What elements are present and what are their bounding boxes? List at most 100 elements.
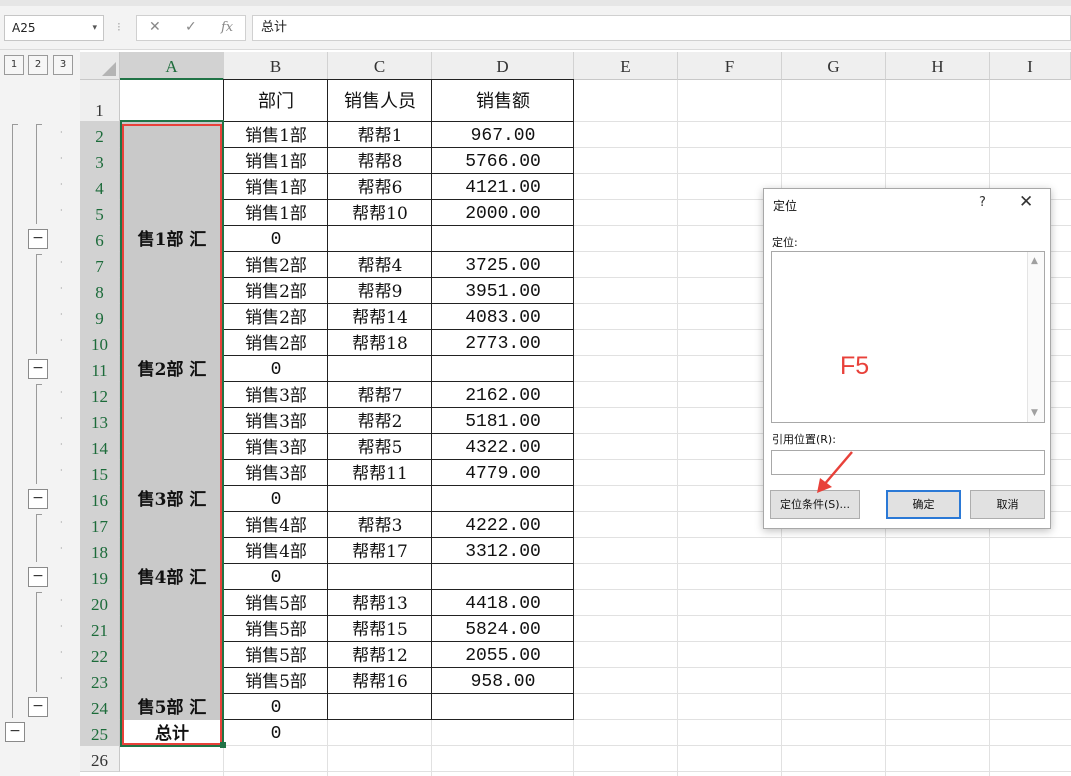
ok-button[interactable]: 确定 [886,490,961,519]
row-header-9[interactable]: 9 [80,304,120,330]
cell-border [223,537,328,564]
name-box-value: A25 [12,21,36,35]
cell-border [431,79,574,122]
close-icon[interactable]: ✕ [1019,192,1033,212]
enter-icon[interactable]: ✓ [185,19,197,35]
outline-bracket [36,384,37,484]
detail-row-marker: · [60,258,63,267]
column-header-h[interactable]: H [886,52,990,80]
collapse-button[interactable]: − [28,359,48,379]
row-header-17[interactable]: 17 [80,512,120,538]
row-header-12[interactable]: 12 [80,382,120,408]
row-header-22[interactable]: 22 [80,642,120,668]
column-header-f[interactable]: F [678,52,782,80]
detail-row-marker: · [60,674,63,683]
row-header-15[interactable]: 15 [80,460,120,486]
cell-border [223,485,328,512]
cell-border [327,615,432,642]
department-cell[interactable]: 0 [224,720,328,746]
column-header-i[interactable]: I [990,52,1071,80]
row-header-23[interactable]: 23 [80,668,120,694]
cell-border [431,199,574,226]
row-header-8[interactable]: 8 [80,278,120,304]
collapse-button[interactable]: − [28,229,48,249]
row-header-21[interactable]: 21 [80,616,120,642]
goto-list[interactable]: F5 ▲ ▼ [771,251,1045,423]
cell-border [223,121,328,148]
row-header-1[interactable]: 1 [80,80,120,122]
detail-row-marker: · [60,518,63,527]
list-scrollbar[interactable]: ▲ ▼ [1027,252,1044,422]
outline-level-button[interactable]: 1 [4,55,24,75]
outline-bracket-tick [36,254,42,255]
fill-handle[interactable] [220,742,226,748]
select-all-corner[interactable] [80,52,120,80]
cell-border [431,225,574,252]
collapse-button[interactable]: − [28,567,48,587]
cell-border [327,433,432,460]
ref-label: 引用位置(R): [772,433,836,446]
row-header-10[interactable]: 10 [80,330,120,356]
cell-border [431,173,574,200]
collapse-button[interactable]: − [5,722,25,742]
outline-level-button[interactable]: 2 [28,55,48,75]
row-header-18[interactable]: 18 [80,538,120,564]
outline-bracket-tick [12,124,18,125]
cell-border [431,329,574,356]
cell-border [431,589,574,616]
row-header-7[interactable]: 7 [80,252,120,278]
detail-row-marker: · [60,284,63,293]
cell-border [431,277,574,304]
cell-border [327,147,432,174]
cell-border [327,173,432,200]
row-header-14[interactable]: 14 [80,434,120,460]
detail-row-marker: · [60,336,63,345]
row-header-3[interactable]: 3 [80,148,120,174]
formula-input[interactable]: 总计 [252,15,1071,41]
detail-row-marker: · [60,206,63,215]
row-header-26[interactable]: 26 [80,746,120,772]
cancel-icon[interactable]: ✕ [149,19,161,35]
cell-border [327,303,432,330]
ref-input[interactable] [771,450,1045,475]
row-header-5[interactable]: 5 [80,200,120,226]
collapse-button[interactable]: − [28,489,48,509]
cell-border [223,173,328,200]
row-header-13[interactable]: 13 [80,408,120,434]
cancel-button[interactable]: 取消 [970,490,1045,519]
special-button[interactable]: 定位条件(S)... [770,490,860,519]
scroll-up-icon[interactable]: ▲ [1031,256,1038,266]
column-header-c[interactable]: C [328,52,432,80]
outline-level-button[interactable]: 3 [53,55,73,75]
insert-function-icon[interactable]: fx [221,20,233,35]
cell-border [327,79,432,122]
detail-row-marker: · [60,310,63,319]
cell-border [327,693,432,720]
detail-row-marker: · [60,440,63,449]
column-header-a[interactable]: A [120,52,224,80]
column-header-d[interactable]: D [432,52,574,80]
column-header-g[interactable]: G [782,52,886,80]
row-header-25[interactable]: 25 [80,720,120,746]
cell-border [223,355,328,382]
cell-border [223,79,328,122]
formula-bar: A25 ▾ ⁝ ✕ ✓ fx 总计 [0,6,1071,50]
outline-bracket [36,254,37,354]
chevron-down-icon[interactable]: ▾ [92,16,97,40]
row-header-16[interactable]: 16 [80,486,120,512]
cell-border [223,277,328,304]
row-header-19[interactable]: 19 [80,564,120,590]
column-header-b[interactable]: B [224,52,328,80]
row-header-2[interactable]: 2 [80,122,120,148]
row-header-6[interactable]: 6 [80,226,120,252]
collapse-button[interactable]: − [28,697,48,717]
name-box[interactable]: A25 ▾ [4,15,104,41]
column-header-e[interactable]: E [574,52,678,80]
row-header-11[interactable]: 11 [80,356,120,382]
help-icon[interactable]: ? [979,195,986,210]
outline-bracket-tick [36,514,42,515]
row-header-24[interactable]: 24 [80,694,120,720]
scroll-down-icon[interactable]: ▼ [1031,408,1038,418]
row-header-4[interactable]: 4 [80,174,120,200]
row-header-20[interactable]: 20 [80,590,120,616]
